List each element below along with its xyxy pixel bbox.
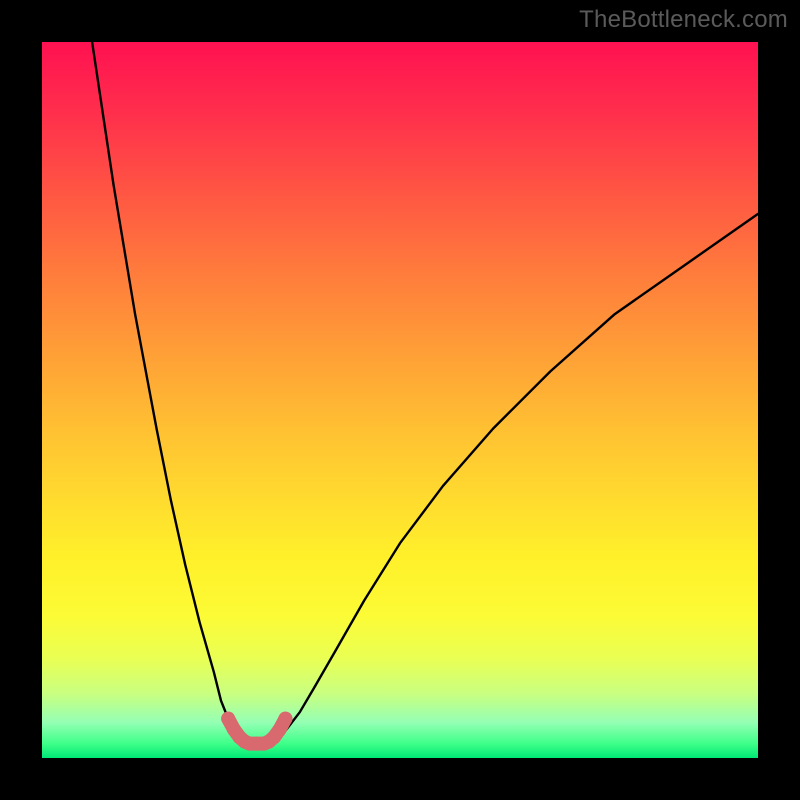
- series-left-branch: [92, 42, 250, 744]
- curve-layer: [42, 42, 758, 758]
- watermark-text: TheBottleneck.com: [579, 6, 788, 34]
- series-bottom-marker-dot: [278, 712, 292, 726]
- chart-frame: TheBottleneck.com: [0, 0, 800, 800]
- plot-area: [42, 42, 758, 758]
- series-right-branch: [271, 214, 758, 744]
